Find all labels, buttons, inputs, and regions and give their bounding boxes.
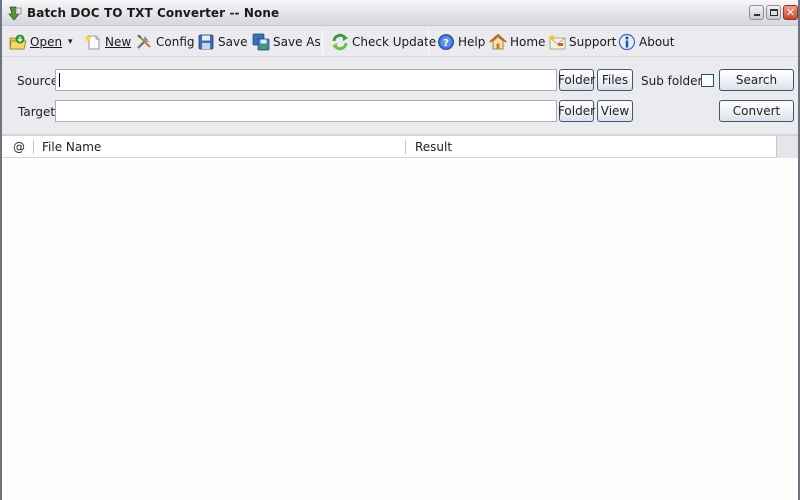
open-button[interactable]: Open: [9, 32, 62, 52]
column-divider[interactable]: [405, 140, 406, 154]
subfolders-label: Sub folders: [641, 74, 709, 88]
support-button[interactable]: Support: [548, 32, 616, 52]
open-dropdown-button[interactable]: ▾: [68, 32, 73, 52]
about-label: About: [639, 35, 675, 49]
svg-text:?: ?: [443, 38, 449, 49]
save-as-label: Save As: [273, 35, 321, 49]
open-label: Open: [30, 35, 63, 49]
close-icon: ✕: [785, 6, 796, 19]
maximize-button[interactable]: [766, 5, 781, 20]
view-button[interactable]: View: [597, 100, 633, 122]
about-button[interactable]: About: [618, 32, 674, 52]
help-icon: ?: [438, 34, 454, 50]
info-icon: [618, 33, 636, 51]
config-label: Config: [156, 35, 195, 49]
save-as-icon: [252, 33, 270, 51]
floppy-disk-icon: [198, 34, 214, 50]
subfolders-checkbox[interactable]: [701, 74, 714, 87]
source-input[interactable]: [55, 69, 557, 91]
column-header-result[interactable]: Result: [415, 136, 452, 158]
config-button[interactable]: Config: [135, 32, 195, 52]
column-header-status[interactable]: @: [13, 136, 25, 158]
list-body[interactable]: [2, 159, 798, 500]
maximize-icon: [770, 9, 778, 16]
window-title: Batch DOC TO TXT Converter -- None: [27, 6, 280, 20]
app-window: Batch DOC TO TXT Converter -- None ✕ Ope…: [0, 0, 800, 500]
new-label: New: [105, 35, 132, 49]
minimize-button[interactable]: [749, 5, 764, 20]
source-label: Source: [17, 74, 59, 88]
check-update-button[interactable]: Check Update: [331, 32, 436, 52]
title-bar: Batch DOC TO TXT Converter -- None ✕: [2, 0, 798, 26]
search-button[interactable]: Search: [719, 69, 794, 91]
home-icon: [489, 33, 507, 50]
save-as-button[interactable]: Save As: [252, 32, 321, 52]
target-folder-button[interactable]: Folder: [558, 100, 595, 122]
support-label: Support: [569, 35, 617, 49]
column-divider[interactable]: [33, 140, 34, 154]
chevron-down-icon: ▾: [68, 37, 73, 47]
header-filler: [776, 136, 798, 158]
convert-button[interactable]: Convert: [719, 100, 794, 122]
home-button[interactable]: Home: [489, 32, 545, 52]
help-label: Help: [458, 35, 486, 49]
open-folder-icon: [9, 34, 27, 50]
help-button[interactable]: ? Help: [437, 32, 485, 52]
toolbar: Open ▾ New Config Save Save As Check Upd…: [2, 27, 798, 57]
target-label: Target: [18, 105, 56, 119]
new-document-icon: [84, 34, 100, 50]
save-label: Save: [218, 35, 248, 49]
check-update-label: Check Update: [352, 35, 437, 49]
minimize-icon: [754, 14, 760, 16]
close-button[interactable]: ✕: [783, 5, 798, 20]
column-header-file-name[interactable]: File Name: [42, 136, 101, 158]
toolbar-separator: [428, 30, 429, 54]
path-form: Source Folder Files Sub folders Search T…: [2, 58, 798, 134]
support-envelope-icon: [548, 34, 566, 50]
toolbar-separator: [322, 30, 323, 54]
tools-icon: [137, 35, 151, 49]
home-label: Home: [510, 35, 546, 49]
list-header: @ File Name Result: [2, 136, 798, 158]
refresh-arrows-icon: [332, 33, 348, 51]
source-files-button[interactable]: Files: [597, 69, 633, 91]
target-input[interactable]: [55, 100, 557, 122]
file-list[interactable]: @ File Name Result: [2, 134, 798, 500]
new-button[interactable]: New: [84, 32, 131, 52]
source-folder-button[interactable]: Folder: [558, 69, 595, 91]
app-icon: [8, 6, 22, 21]
text-cursor: [59, 73, 60, 87]
save-button[interactable]: Save: [197, 32, 247, 52]
